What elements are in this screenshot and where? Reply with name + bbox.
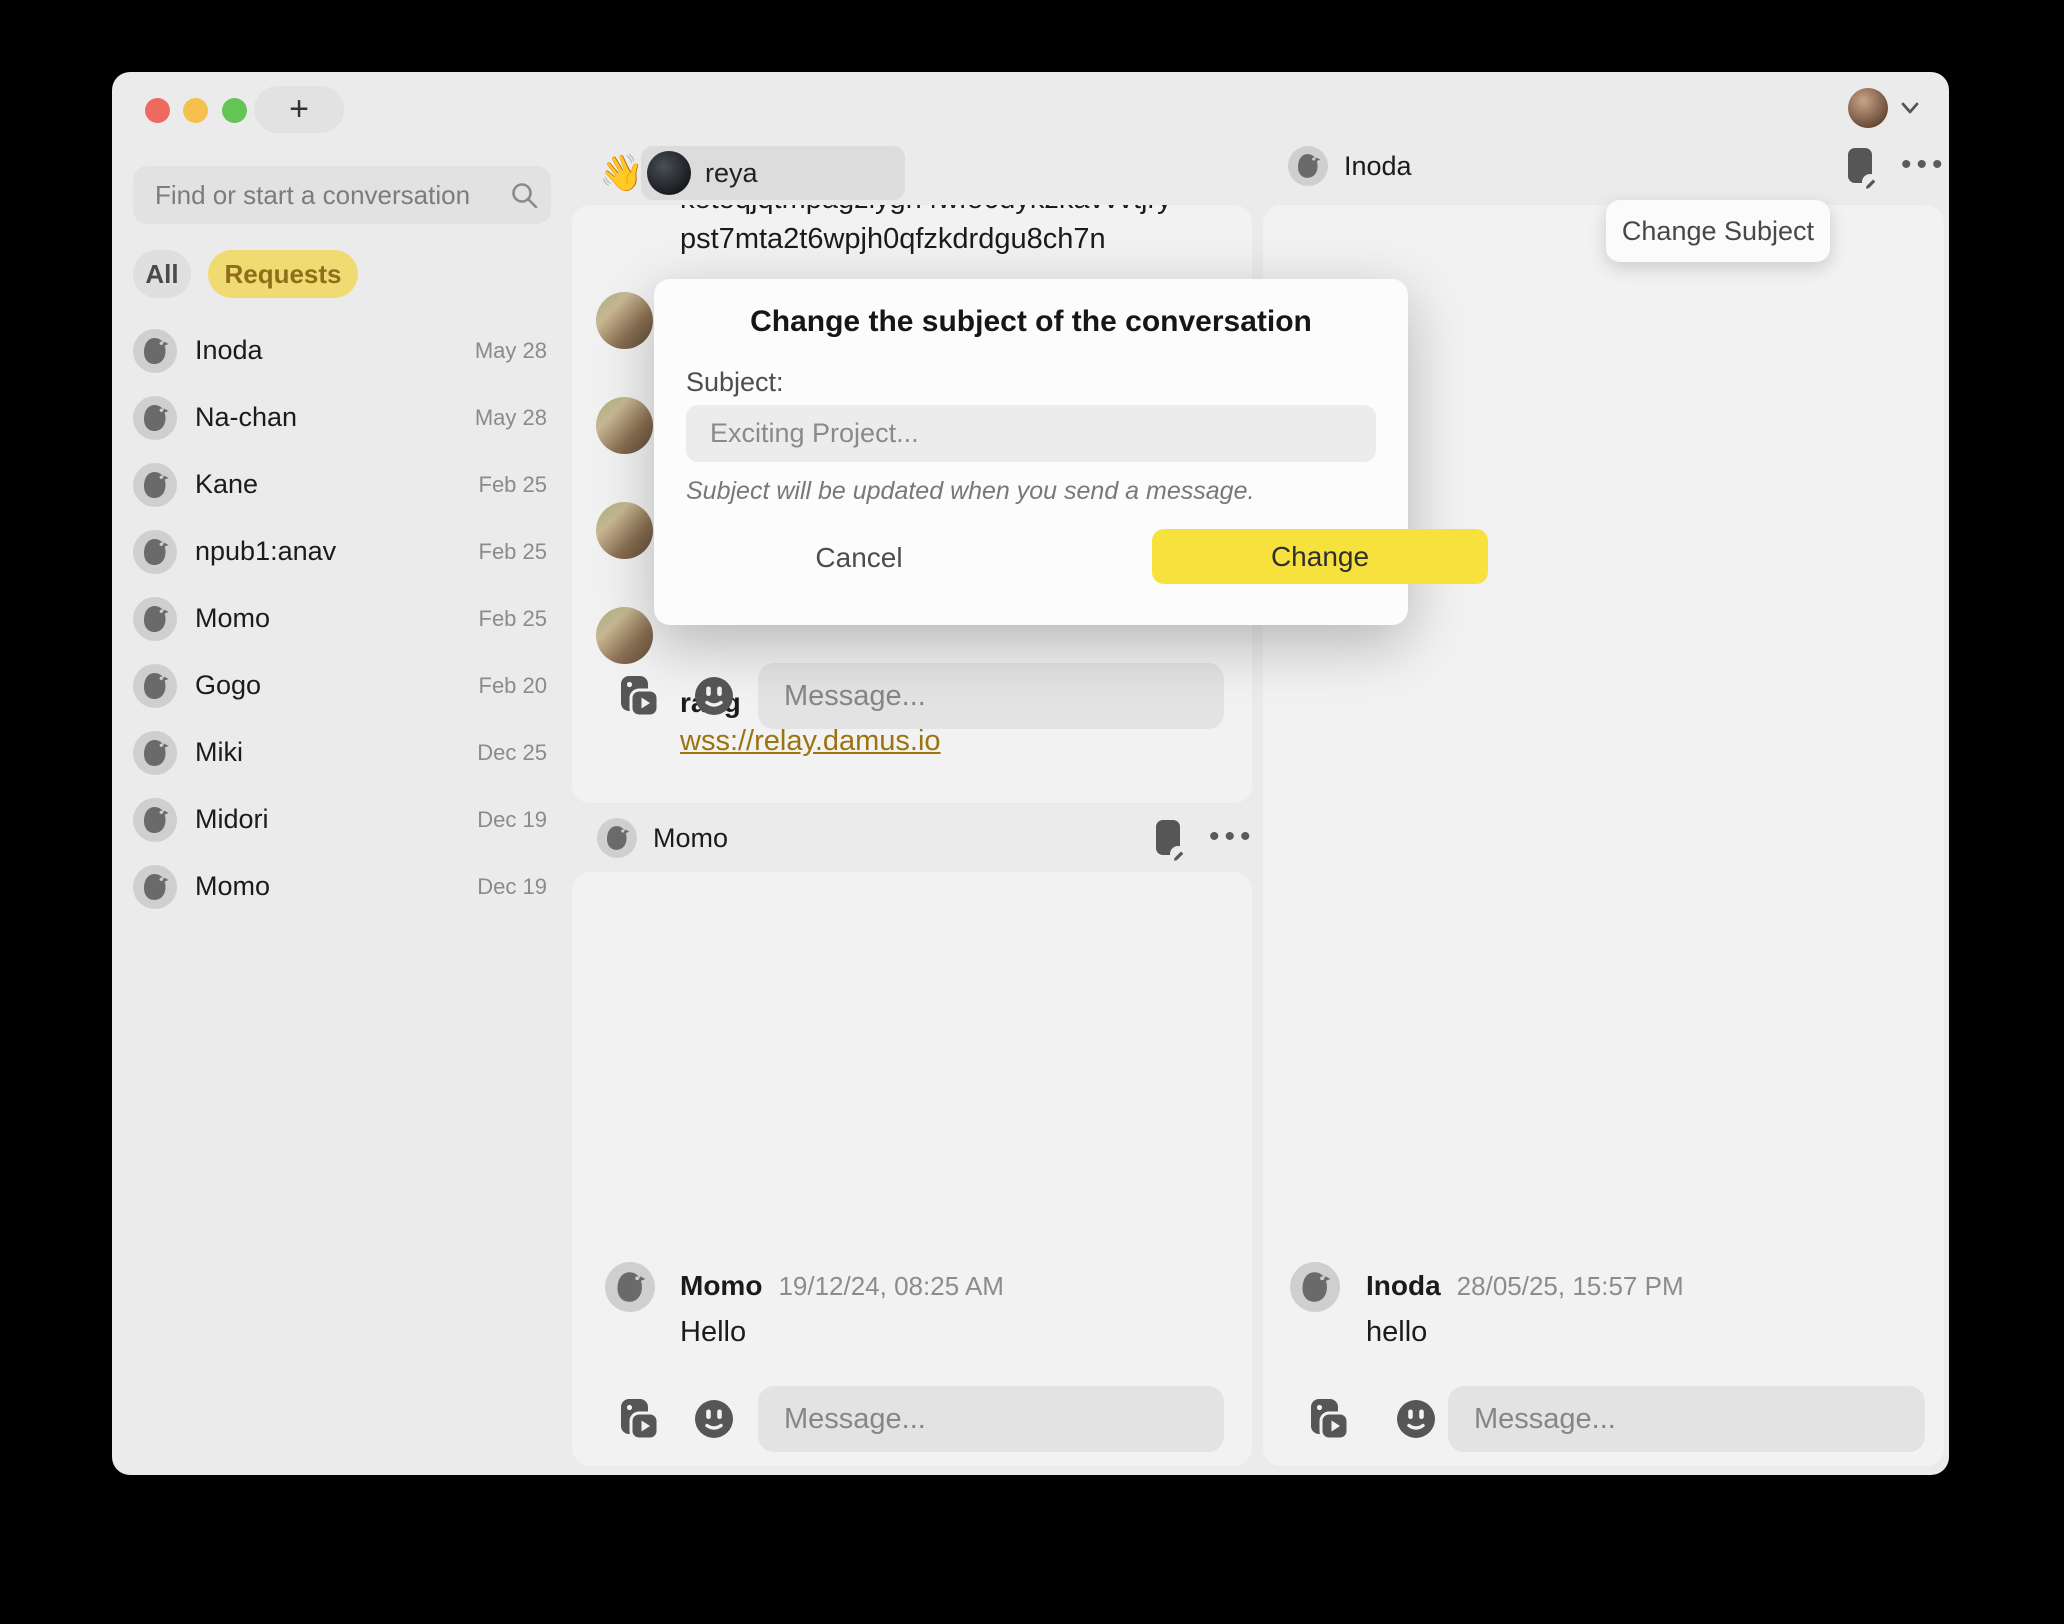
list-item[interactable]: npub1:anav Feb 25 xyxy=(133,518,553,585)
message-sender: Momo xyxy=(680,1270,762,1302)
chat-title: Inoda xyxy=(1344,151,1412,182)
rang-avatar xyxy=(596,502,653,559)
list-item[interactable]: Momo Dec 19 xyxy=(133,853,553,920)
minimize-window-button[interactable] xyxy=(183,98,208,123)
change-button[interactable]: Change xyxy=(1152,529,1488,584)
conversation-date: May 28 xyxy=(475,338,547,364)
attach-media-icon[interactable] xyxy=(616,1396,662,1442)
default-bird-avatar xyxy=(133,329,177,373)
relay-link[interactable]: wss://relay.damus.io xyxy=(680,725,941,758)
change-subject-tooltip: Change Subject xyxy=(1606,200,1830,262)
rang-avatar xyxy=(596,607,653,664)
emoji-picker-icon[interactable] xyxy=(693,675,735,717)
wave-emoji-icon: 👋 xyxy=(599,152,644,194)
message-input-inoda[interactable] xyxy=(1448,1386,1925,1452)
conversation-date: Dec 25 xyxy=(477,740,547,766)
message-timestamp: 19/12/24, 08:25 AM xyxy=(778,1271,1004,1302)
chat-title-pill-reya[interactable]: reya xyxy=(641,146,905,200)
conversation-name: Momo xyxy=(195,871,270,902)
chat-header-momo: Momo ••• xyxy=(597,818,1252,866)
chat-panel-momo: Momo 19/12/24, 08:25 AM Hello xyxy=(572,872,1252,1466)
emoji-picker-icon[interactable] xyxy=(693,1398,735,1440)
chevron-down-icon[interactable] xyxy=(1900,98,1920,118)
conversation-list: Inoda May 28 Na-chan May 28 Kane Feb 25 … xyxy=(133,317,553,920)
dialog-title: Change the subject of the conversation xyxy=(654,305,1408,339)
message-input-reya[interactable] xyxy=(758,663,1224,729)
chat-header-inoda: Inoda ••• xyxy=(1288,146,1944,194)
conversation-date: May 28 xyxy=(475,405,547,431)
zoom-window-button[interactable] xyxy=(222,98,247,123)
conversation-date: Feb 25 xyxy=(479,606,548,632)
list-item[interactable]: Na-chan May 28 xyxy=(133,384,553,451)
default-bird-avatar xyxy=(1290,1262,1340,1312)
conversation-name: Gogo xyxy=(195,670,261,701)
list-item[interactable]: Kane Feb 25 xyxy=(133,451,553,518)
list-item[interactable]: Midori Dec 19 xyxy=(133,786,553,853)
change-subject-icon[interactable] xyxy=(1153,818,1187,864)
default-bird-avatar xyxy=(605,1262,655,1312)
subject-input[interactable] xyxy=(686,405,1376,462)
npub-message-text: pst7mta2t6wpjh0qfzkdrdgu8ch7n xyxy=(680,223,1106,256)
conversation-date: Dec 19 xyxy=(477,874,547,900)
list-item[interactable]: Inoda May 28 xyxy=(133,317,553,384)
clipped-message-line: ketoqjqtmpagzlygh4wfo6uykzkavvvtjry xyxy=(680,205,1220,218)
account-avatar[interactable] xyxy=(1848,88,1888,128)
filter-tab-all[interactable]: All xyxy=(133,250,191,298)
cancel-button[interactable]: Cancel xyxy=(774,531,944,584)
search-input[interactable] xyxy=(133,166,551,224)
reya-avatar xyxy=(647,151,691,195)
conversation-date: Dec 19 xyxy=(477,807,547,833)
message-text: Hello xyxy=(680,1316,746,1349)
message-avatar-column xyxy=(596,292,653,712)
filter-tab-requests[interactable]: Requests xyxy=(208,250,358,298)
message-sender: Inoda xyxy=(1366,1270,1441,1302)
default-bird-avatar xyxy=(133,865,177,909)
conversation-name: Momo xyxy=(195,603,270,634)
default-bird-avatar xyxy=(1288,146,1328,186)
message-input-momo[interactable] xyxy=(758,1386,1224,1452)
conversation-date: Feb 25 xyxy=(479,539,548,565)
default-bird-avatar xyxy=(133,597,177,641)
new-conversation-button[interactable]: + xyxy=(254,86,344,133)
emoji-picker-icon[interactable] xyxy=(1395,1398,1437,1440)
message-timestamp: 28/05/25, 15:57 PM xyxy=(1457,1271,1684,1302)
list-item[interactable]: Momo Feb 25 xyxy=(133,585,553,652)
attach-media-icon[interactable] xyxy=(616,673,662,719)
default-bird-avatar xyxy=(133,396,177,440)
conversation-name: npub1:anav xyxy=(195,536,336,567)
plus-icon: + xyxy=(289,90,309,129)
default-bird-avatar xyxy=(597,818,637,858)
app-window: + All Requests Inoda May 28 Na-chan May … xyxy=(112,72,1949,1475)
change-subject-icon[interactable] xyxy=(1845,146,1879,192)
more-options-icon[interactable]: ••• xyxy=(1209,820,1256,854)
list-item[interactable]: Miki Dec 25 xyxy=(133,719,553,786)
attach-media-icon[interactable] xyxy=(1306,1396,1352,1442)
default-bird-avatar xyxy=(133,798,177,842)
change-subject-dialog: Change the subject of the conversation S… xyxy=(654,279,1408,625)
more-options-icon[interactable]: ••• xyxy=(1901,148,1948,182)
conversation-date: Feb 20 xyxy=(479,673,548,699)
conversation-name: Miki xyxy=(195,737,243,768)
conversation-name: Inoda xyxy=(195,335,263,366)
rang-avatar xyxy=(596,397,653,454)
rang-avatar xyxy=(596,292,653,349)
close-window-button[interactable] xyxy=(145,98,170,123)
conversation-date: Feb 25 xyxy=(479,472,548,498)
dialog-note: Subject will be updated when you send a … xyxy=(686,477,1254,506)
chat-title: reya xyxy=(705,158,758,189)
conversation-name: Kane xyxy=(195,469,258,500)
message-text: hello xyxy=(1366,1316,1427,1349)
conversation-name: Na-chan xyxy=(195,402,297,433)
chat-title: Momo xyxy=(653,823,728,854)
default-bird-avatar xyxy=(133,664,177,708)
default-bird-avatar xyxy=(133,731,177,775)
default-bird-avatar xyxy=(133,463,177,507)
subject-label: Subject: xyxy=(686,367,784,398)
list-item[interactable]: Gogo Feb 20 xyxy=(133,652,553,719)
default-bird-avatar xyxy=(133,530,177,574)
conversation-name: Midori xyxy=(195,804,269,835)
